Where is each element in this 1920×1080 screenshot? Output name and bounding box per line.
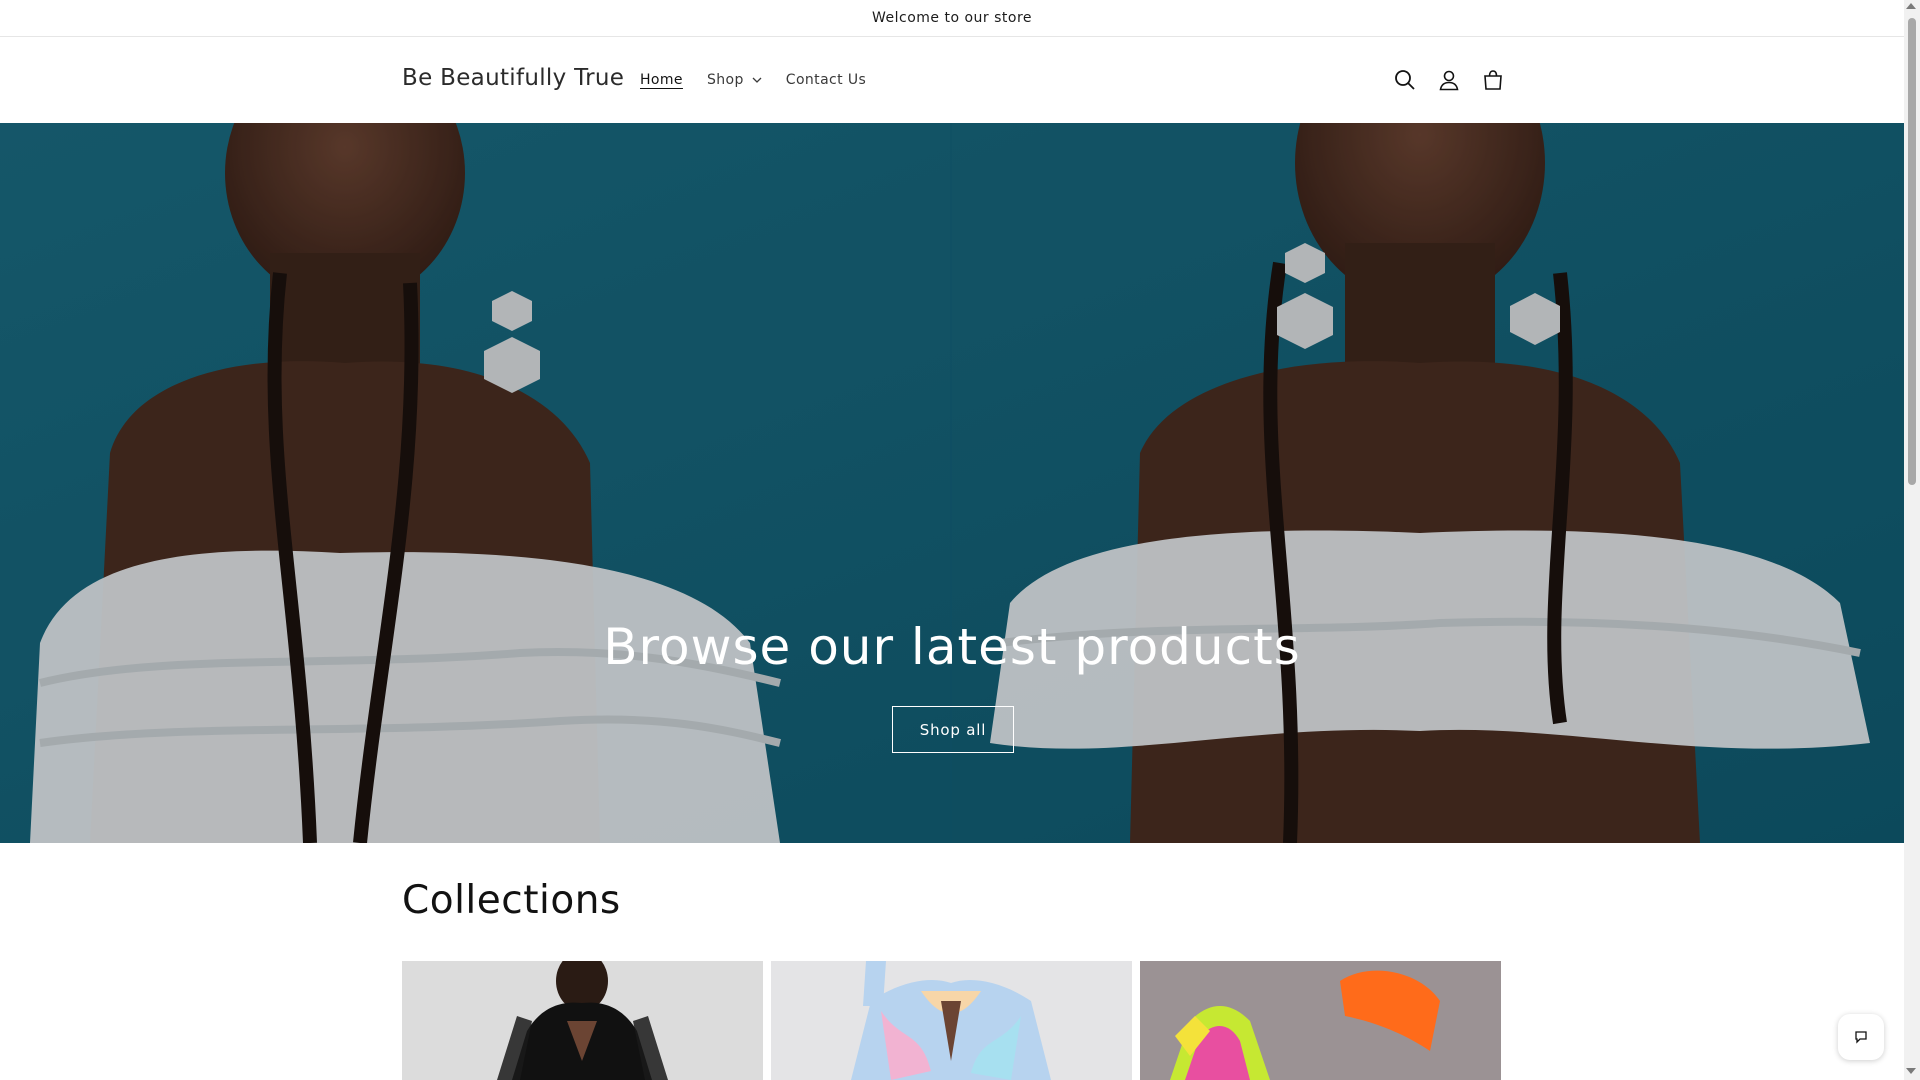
collection-image-neon-heel	[1140, 961, 1501, 1080]
chat-icon	[1855, 1031, 1867, 1044]
hero-banner: Browse our latest products Shop all	[0, 123, 1904, 843]
nav-contact-us[interactable]: Contact Us	[786, 72, 866, 88]
announcement-bar: Welcome to our store	[0, 0, 1904, 37]
scroll-down-arrow[interactable]	[1906, 1068, 1916, 1074]
collection-image-black-top	[402, 961, 763, 1080]
nav-shop-label: Shop	[706, 72, 744, 88]
announcement-text: Welcome to our store	[871, 10, 1033, 26]
nav-home[interactable]: Home	[640, 72, 683, 88]
header-icons	[1390, 65, 1522, 95]
collection-card[interactable]	[1140, 961, 1501, 1080]
hero-title: Browse our latest products	[603, 618, 1301, 676]
collection-image-pastel-dress	[771, 961, 1132, 1080]
collection-card[interactable]	[402, 961, 763, 1080]
cart-icon[interactable]	[1478, 65, 1508, 95]
nav-shop[interactable]: Shop	[707, 72, 762, 88]
site-header: Be Beautifully True Home Shop Contact Us	[0, 37, 1904, 123]
chat-button[interactable]	[1838, 1014, 1884, 1060]
store-logo[interactable]: Be Beautifully True	[402, 65, 624, 91]
account-icon[interactable]	[1434, 65, 1464, 95]
search-icon[interactable]	[1390, 65, 1420, 95]
scrollbar-thumb[interactable]	[1908, 18, 1916, 485]
collections-title: Collections	[402, 878, 621, 923]
shop-all-button[interactable]: Shop all	[892, 706, 1014, 753]
chevron-down-icon	[752, 77, 762, 83]
scroll-up-arrow[interactable]	[1906, 3, 1916, 9]
collection-card[interactable]	[771, 961, 1132, 1080]
main-nav: Home Shop Contact Us	[640, 72, 890, 88]
